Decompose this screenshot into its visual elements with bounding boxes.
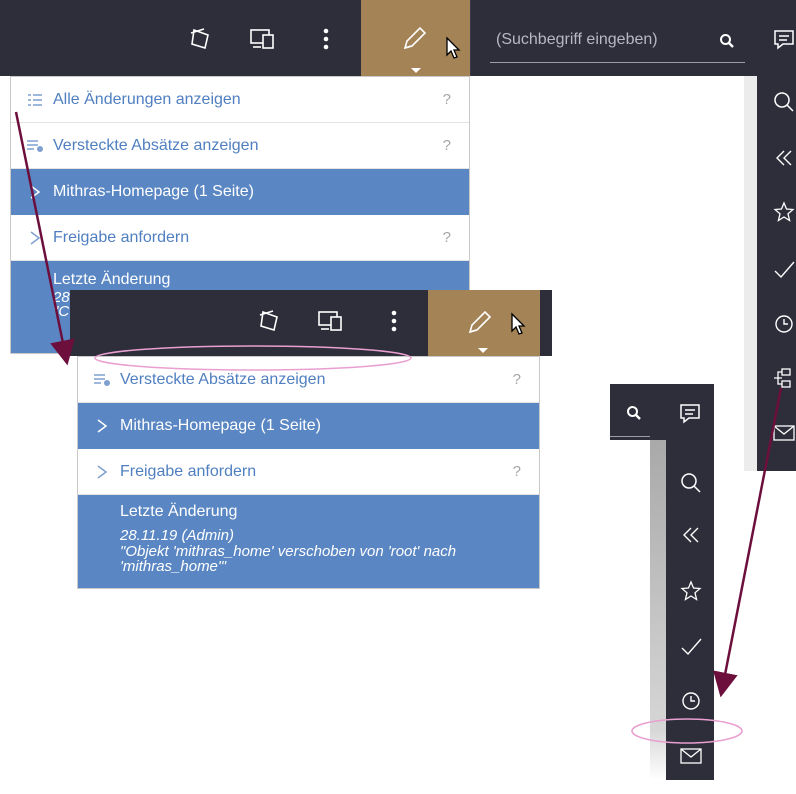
annotation-arrow-left [14,111,75,366]
annotation-layer [14,111,783,744]
highlight-ellipse-sidebar [631,718,743,744]
annotation-arrow-right [713,387,783,698]
highlight-ellipse-toolbar [94,345,412,371]
